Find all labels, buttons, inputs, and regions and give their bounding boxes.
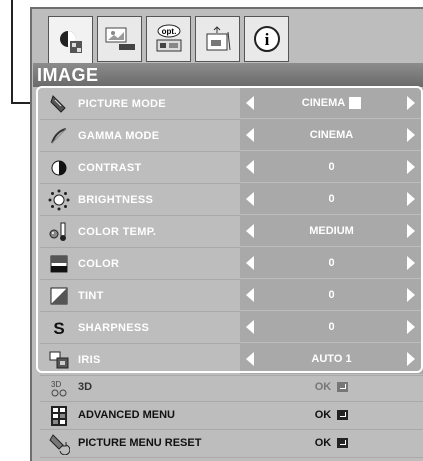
tab-install[interactable] (195, 16, 240, 62)
image-settings-list: PICTURE MODE CINEMA GAMMA MODE CINEMA CO… (40, 88, 423, 376)
right-arrow-icon[interactable] (407, 192, 415, 206)
brightness-icon (48, 189, 70, 210)
svg-text:3D: 3D (51, 380, 61, 389)
right-arrow-icon[interactable] (407, 288, 415, 302)
tab-image[interactable] (48, 16, 93, 68)
row-3d[interactable]: 3D 3D OK (40, 374, 423, 402)
right-arrow-icon[interactable] (407, 352, 415, 366)
right-arrow-icon[interactable] (407, 96, 415, 110)
row-value: 0 (328, 257, 335, 269)
row-value: CINEMA (309, 129, 354, 141)
left-arrow-icon[interactable] (246, 224, 254, 238)
left-arrow-icon[interactable] (246, 128, 254, 142)
advanced-menu-icon (51, 405, 67, 426)
row-tint[interactable]: TINT 0 (40, 280, 423, 312)
row-picture-menu-reset[interactable]: PICTURE MENU RESET OK (40, 430, 423, 458)
tab-option[interactable]: opt. (146, 16, 191, 62)
row-value: 0 (328, 193, 335, 205)
tab-setting[interactable] (97, 16, 142, 62)
iris-icon (49, 351, 69, 368)
info-tab-label: i (264, 30, 269, 49)
right-arrow-icon[interactable] (407, 224, 415, 238)
row-iris[interactable]: IRIS AUTO 1 (40, 344, 423, 376)
ok-label: OK (314, 381, 332, 393)
left-arrow-icon[interactable] (246, 256, 254, 270)
square-icon (349, 97, 362, 109)
row-sharpness[interactable]: S SHARPNESS 0 (40, 312, 423, 344)
enter-icon (337, 382, 349, 392)
right-arrow-icon[interactable] (407, 320, 415, 334)
row-gamma-mode[interactable]: GAMMA MODE CINEMA (40, 120, 423, 152)
picture-mode-icon (50, 94, 66, 113)
tint-icon (50, 287, 68, 304)
3d-icon: 3D (51, 380, 67, 396)
gamma-mode-icon (51, 127, 67, 143)
row-color[interactable]: COLOR 0 (40, 248, 423, 280)
row-picture-mode[interactable]: PICTURE MODE CINEMA (40, 88, 423, 120)
left-arrow-icon[interactable] (246, 192, 254, 206)
section-title: IMAGE (33, 63, 423, 87)
color-temp-icon (49, 222, 66, 241)
right-arrow-icon[interactable] (407, 160, 415, 174)
row-value: CINEMA (301, 97, 346, 109)
enter-icon (337, 410, 349, 420)
left-arrow-icon[interactable] (246, 352, 254, 366)
row-color-temp[interactable]: COLOR TEMP. MEDIUM (40, 216, 423, 248)
info-icon: i (253, 26, 280, 52)
callout-line-vertical (11, 0, 13, 104)
menu-tabs: opt. i (48, 16, 289, 68)
enter-icon (337, 438, 349, 448)
svg-text:S: S (53, 319, 64, 338)
row-contrast[interactable]: CONTRAST 0 (40, 152, 423, 184)
left-arrow-icon[interactable] (246, 96, 254, 110)
sharpness-icon: S (53, 319, 64, 338)
ok-label: OK (314, 437, 332, 449)
row-value: AUTO 1 (311, 353, 352, 365)
right-arrow-icon[interactable] (407, 256, 415, 270)
row-brightness[interactable]: BRIGHTNESS 0 (40, 184, 423, 216)
row-value: 0 (328, 161, 335, 173)
installation-icon (206, 26, 230, 51)
option-icon: opt. (156, 24, 181, 52)
color-icon (50, 255, 68, 272)
projector-setting-icon (105, 27, 135, 50)
right-arrow-icon[interactable] (407, 128, 415, 142)
contrast-icon (51, 160, 67, 175)
tab-info[interactable]: i (244, 16, 289, 62)
left-arrow-icon[interactable] (246, 288, 254, 302)
option-tab-label: opt. (161, 27, 176, 36)
ok-label: OK (314, 409, 332, 421)
row-label: PICTURE MENU RESET (78, 437, 202, 449)
row-value: MEDIUM (309, 225, 354, 237)
left-arrow-icon[interactable] (246, 160, 254, 174)
row-label: 3D (78, 381, 93, 393)
row-value: 0 (328, 289, 335, 301)
left-arrow-icon[interactable] (246, 320, 254, 334)
row-label: ADVANCED MENU (78, 409, 175, 421)
row-advanced-menu[interactable]: ADVANCED MENU OK (40, 402, 423, 430)
image-settings-icon (59, 31, 82, 53)
row-value: 0 (328, 321, 335, 333)
picture-reset-icon (49, 433, 70, 455)
submenu-list: 3D 3D OK ADVANCED MENU OK PICTURE MENU R… (40, 374, 423, 458)
